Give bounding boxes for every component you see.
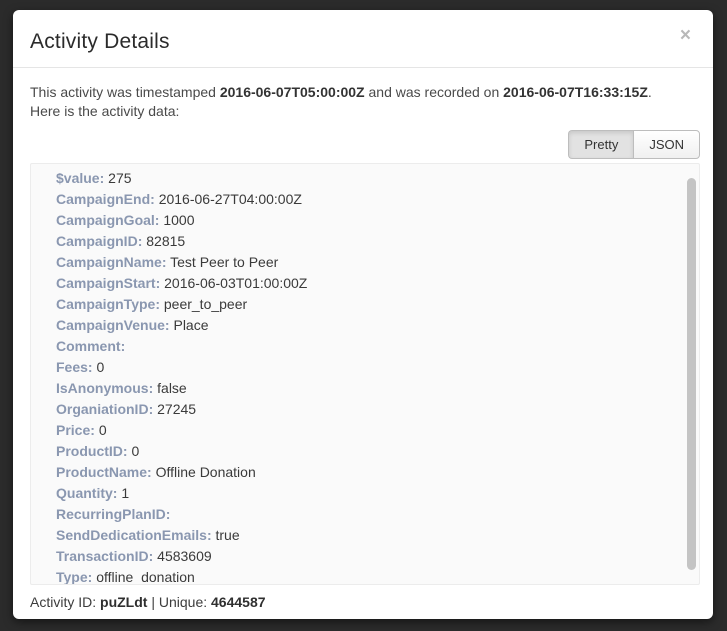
data-key: ProductName [56, 464, 152, 480]
data-key: Fees [56, 359, 93, 375]
data-row: OrganiationID 27245 [56, 399, 699, 420]
data-key: CampaignName [56, 254, 166, 270]
data-key: Price [56, 422, 95, 438]
data-key: CampaignStart [56, 275, 160, 291]
data-key: SendDedicationEmails [56, 527, 212, 543]
data-key: CampaignID [56, 233, 142, 249]
data-row: CampaignID 82815 [56, 231, 699, 252]
summary-period: . [648, 84, 652, 100]
data-value: 0 [96, 359, 104, 375]
summary-prefix: This activity was timestamped [30, 84, 220, 100]
data-key: Type [56, 569, 92, 585]
data-row: Price 0 [56, 420, 699, 441]
data-row: RecurringPlanID [56, 504, 699, 525]
data-key: Comment [56, 338, 125, 354]
data-key: IsAnonymous [56, 380, 153, 396]
data-value: offline_donation [96, 569, 195, 585]
data-value: Place [173, 317, 208, 333]
activity-id-label: Activity ID: [30, 594, 100, 610]
data-key: CampaignType [56, 296, 160, 312]
data-value: 275 [108, 170, 131, 186]
close-icon[interactable]: × [680, 26, 691, 45]
view-mode-tabs: Pretty JSON [30, 130, 700, 159]
data-key: RecurringPlanID [56, 506, 170, 522]
data-row: CampaignStart 2016-06-03T01:00:00Z [56, 273, 699, 294]
modal-header: Activity Details × [13, 10, 713, 68]
page-background: { "modal": { "title": "Activity Details"… [0, 0, 727, 631]
modal-footer: Activity ID: puZLdt | Unique: 4644587 [13, 585, 713, 619]
data-row: ProductID 0 [56, 441, 699, 462]
data-value: 82815 [146, 233, 185, 249]
page-title: Activity Details [30, 30, 693, 54]
data-value: 1000 [163, 212, 194, 228]
data-row: CampaignEnd 2016-06-27T04:00:00Z [56, 189, 699, 210]
activity-data-label: Here is the activity data: [30, 103, 179, 119]
activity-data-rows: $value 275 CampaignEnd 2016-06-27T04:00:… [56, 168, 699, 585]
data-row: Type offline_donation [56, 567, 699, 585]
data-row: $value 275 [56, 168, 699, 189]
activity-summary-text: This activity was timestamped 2016-06-07… [30, 83, 700, 121]
data-row: Comment [56, 336, 699, 357]
unique-id-value: 4644587 [211, 594, 266, 610]
recorded-at-value: 2016-06-07T16:33:15Z [503, 84, 648, 100]
summary-middle: and was recorded on [365, 84, 504, 100]
data-value: false [157, 380, 187, 396]
activity-details-modal: Activity Details × This activity was tim… [13, 10, 713, 619]
timestamp-value: 2016-06-07T05:00:00Z [220, 84, 365, 100]
data-row: IsAnonymous false [56, 378, 699, 399]
footer-separator: | [147, 594, 158, 610]
modal-body: This activity was timestamped 2016-06-07… [13, 68, 713, 585]
data-key: CampaignVenue [56, 317, 170, 333]
data-key: TransactionID [56, 548, 153, 564]
data-value: 0 [131, 443, 139, 459]
data-row: CampaignVenue Place [56, 315, 699, 336]
unique-label: Unique: [159, 594, 211, 610]
tab-pretty[interactable]: Pretty [568, 130, 633, 159]
scrollbar-thumb[interactable] [687, 178, 696, 570]
data-value: peer_to_peer [164, 296, 247, 312]
data-row: CampaignType peer_to_peer [56, 294, 699, 315]
data-row: Fees 0 [56, 357, 699, 378]
data-value: 27245 [157, 401, 196, 417]
data-key: CampaignGoal [56, 212, 159, 228]
data-row: CampaignName Test Peer to Peer [56, 252, 699, 273]
data-row: SendDedicationEmails true [56, 525, 699, 546]
activity-id-value: puZLdt [100, 594, 147, 610]
scrollbar-track[interactable] [686, 164, 697, 584]
data-value: 0 [99, 422, 107, 438]
data-value: 2016-06-27T04:00:00Z [159, 191, 302, 207]
data-row: CampaignGoal 1000 [56, 210, 699, 231]
data-value: 2016-06-03T01:00:00Z [164, 275, 307, 291]
data-value: 4583609 [157, 548, 212, 564]
data-row: TransactionID 4583609 [56, 546, 699, 567]
data-key: OrganiationID [56, 401, 153, 417]
data-key: $value [56, 170, 104, 186]
tab-json[interactable]: JSON [633, 130, 700, 159]
data-key: ProductID [56, 443, 128, 459]
data-value: 1 [121, 485, 129, 501]
data-value: true [216, 527, 240, 543]
activity-data-panel[interactable]: $value 275 CampaignEnd 2016-06-27T04:00:… [30, 163, 700, 585]
data-value: Offline Donation [156, 464, 256, 480]
data-key: CampaignEnd [56, 191, 155, 207]
view-mode-button-group: Pretty JSON [568, 130, 700, 159]
data-row: ProductName Offline Donation [56, 462, 699, 483]
data-value: Test Peer to Peer [170, 254, 278, 270]
data-key: Quantity [56, 485, 117, 501]
data-row: Quantity 1 [56, 483, 699, 504]
